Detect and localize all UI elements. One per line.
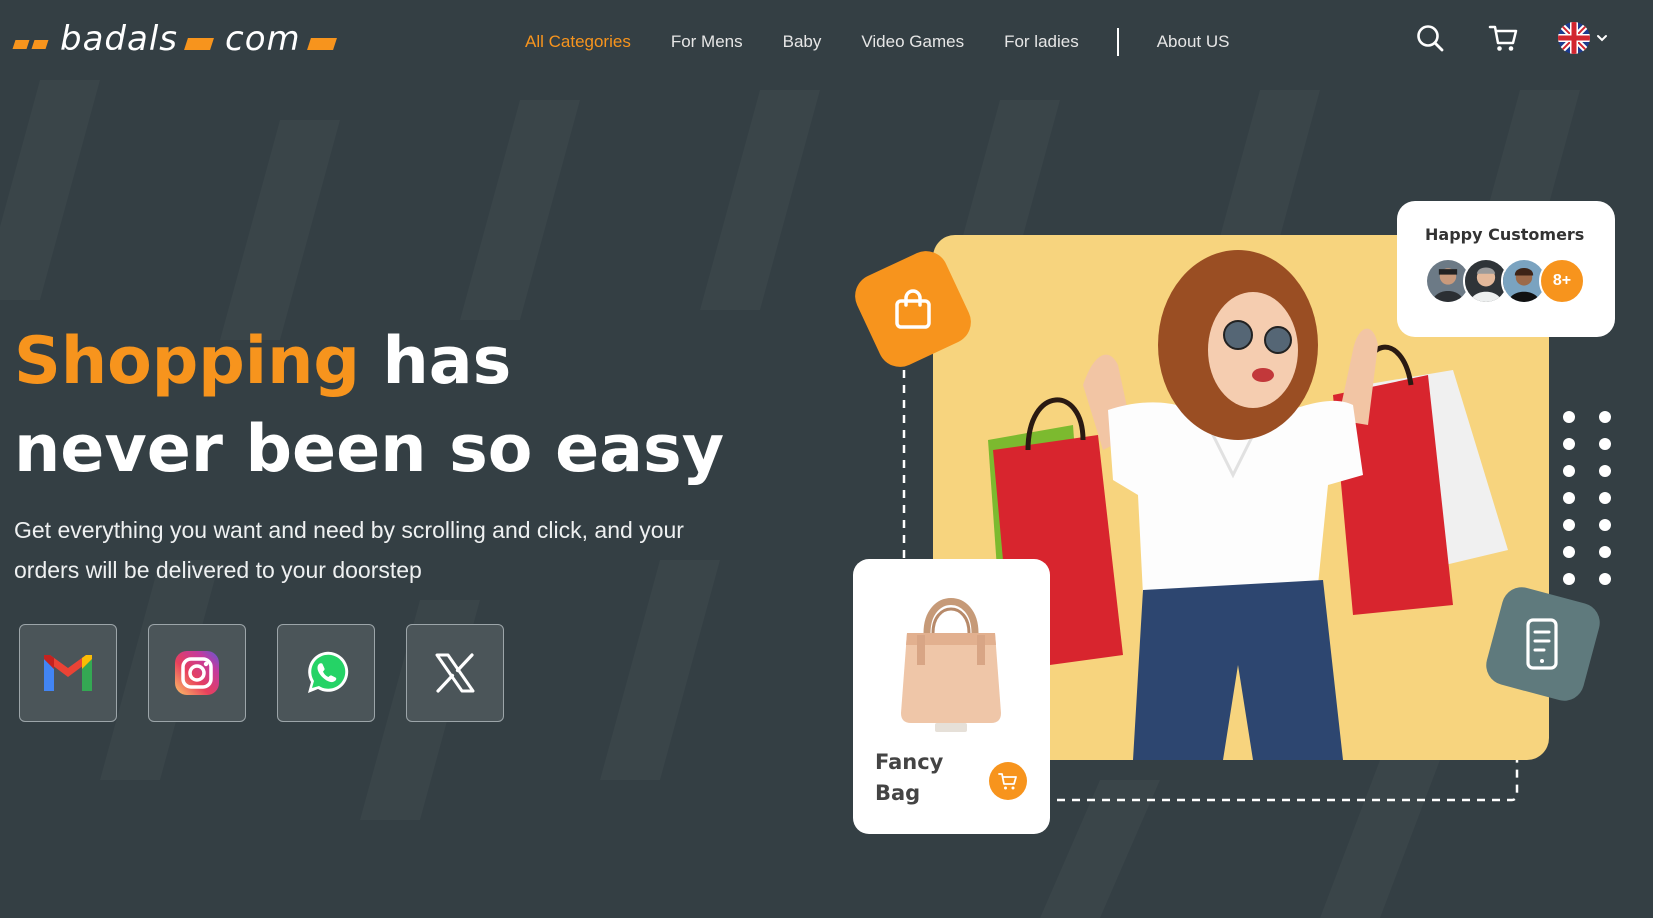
whatsapp-icon xyxy=(308,651,349,693)
nav-about-us[interactable]: About US xyxy=(1157,32,1230,52)
gmail-icon xyxy=(44,655,92,691)
hero-title-rest: has xyxy=(359,324,512,399)
x-twitter-button[interactable] xyxy=(406,624,504,722)
customer-avatars: 8+ xyxy=(1425,258,1615,304)
nav-baby[interactable]: Baby xyxy=(783,32,822,52)
phone-checklist-icon xyxy=(1526,618,1558,670)
logo-dash xyxy=(31,39,49,49)
more-customers-badge: 8+ xyxy=(1539,258,1585,304)
nav-for-ladies[interactable]: For ladies xyxy=(1004,32,1079,52)
add-to-cart-button[interactable] xyxy=(989,762,1027,800)
hero-subtitle: Get everything you want and need by scro… xyxy=(14,517,684,583)
logo-dash xyxy=(12,39,30,49)
social-buttons xyxy=(19,624,504,722)
hero-title-highlight: Shopping xyxy=(14,324,360,399)
search-icon[interactable] xyxy=(1414,22,1446,54)
hero-title-line2: never been so easy xyxy=(14,412,725,487)
chevron-down-icon xyxy=(1597,35,1607,42)
nav-all-categories[interactable]: All Categories xyxy=(525,32,631,52)
brand-logo[interactable]: badals com xyxy=(12,18,340,60)
main-menu: All Categories For Mens Baby Video Games… xyxy=(525,28,1269,56)
gmail-button[interactable] xyxy=(19,624,117,722)
top-navbar: badals com All Categories For Mens Baby … xyxy=(0,0,1653,80)
logo-word-right: com xyxy=(225,19,301,59)
nav-for-mens[interactable]: For Mens xyxy=(671,32,743,52)
logo-word-left: badals xyxy=(60,19,178,59)
fancy-bag-image xyxy=(901,598,1001,732)
instagram-icon xyxy=(175,651,219,695)
cart-icon[interactable] xyxy=(1487,22,1519,54)
nav-divider xyxy=(1116,28,1119,56)
cart-icon xyxy=(998,773,1017,790)
decorative-dot-grid xyxy=(1563,411,1611,585)
whatsapp-button[interactable] xyxy=(277,624,375,722)
happy-customers-title: Happy Customers xyxy=(1425,225,1585,244)
logo-dash xyxy=(184,38,214,50)
shopping-bag-icon xyxy=(895,289,931,329)
product-card[interactable]: Fancy Bag xyxy=(853,559,1050,834)
hero-title: Shopping has never been so easy xyxy=(14,318,724,494)
x-icon xyxy=(435,653,475,693)
uk-flag-icon xyxy=(1558,22,1590,54)
instagram-button[interactable] xyxy=(148,624,246,722)
logo-dash xyxy=(306,38,337,50)
language-selector[interactable] xyxy=(1558,22,1608,54)
happy-customers-card: Happy Customers 8+ xyxy=(1397,201,1615,337)
product-name: Fancy Bag xyxy=(875,750,944,805)
nav-video-games[interactable]: Video Games xyxy=(861,32,964,52)
